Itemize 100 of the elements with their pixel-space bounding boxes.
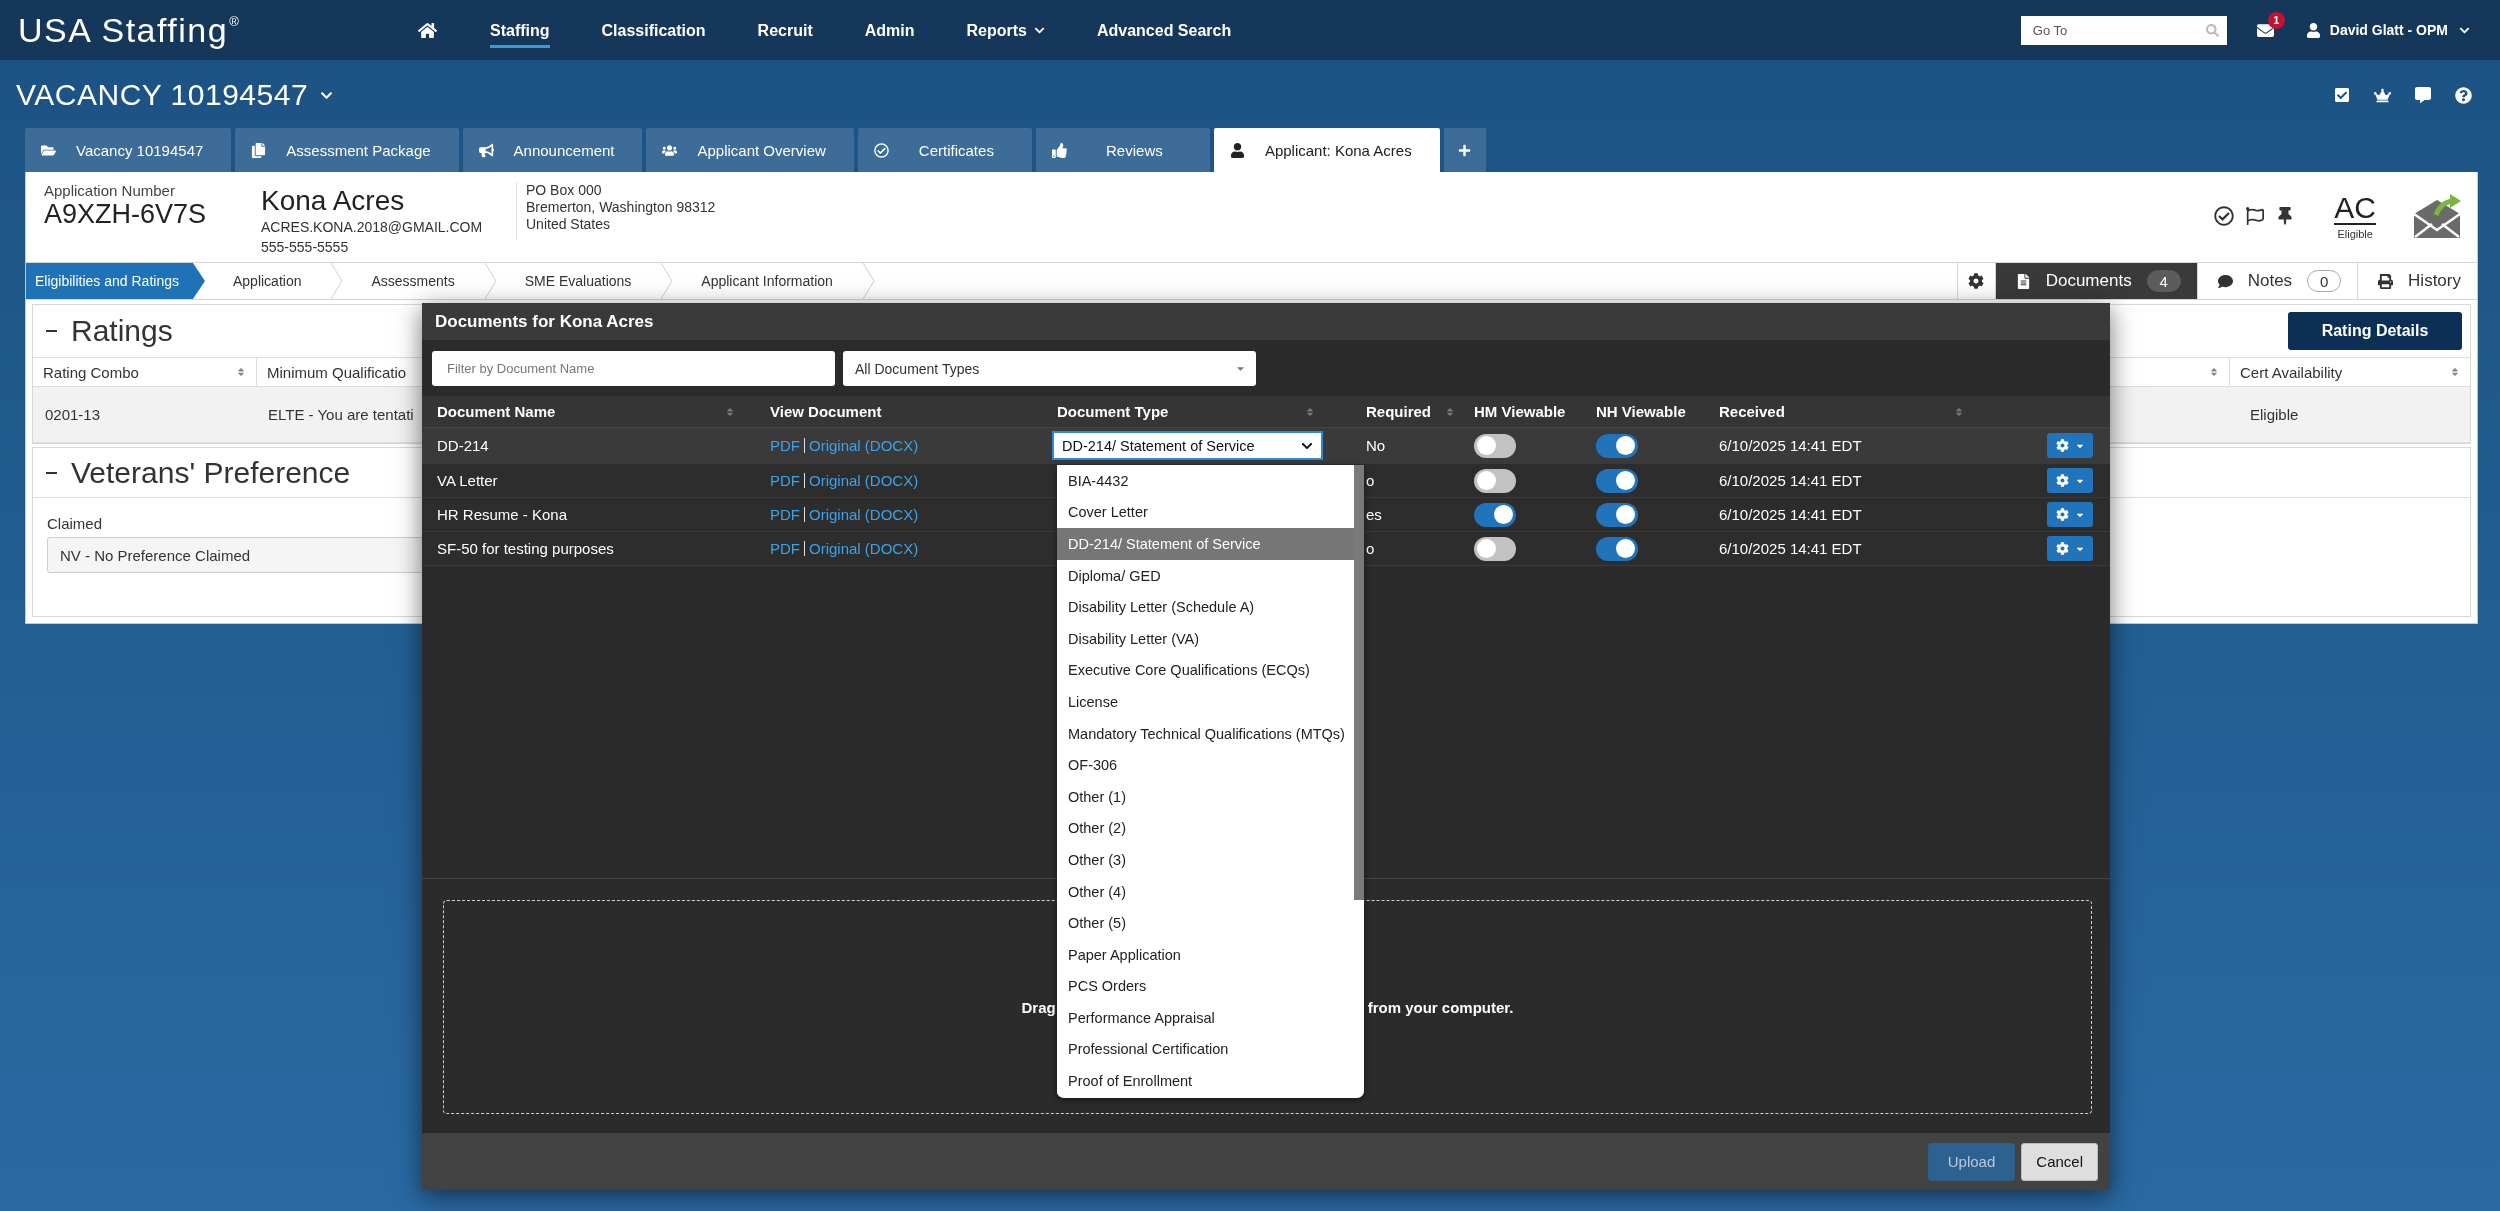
count-badge: 4: [2146, 270, 2181, 292]
toggle-switch[interactable]: [1596, 536, 1638, 561]
column-header[interactable]: Required: [1366, 403, 1431, 420]
pin-icon[interactable]: [2276, 207, 2295, 225]
step-tab[interactable]: Assessments: [343, 263, 485, 299]
document-link[interactable]: Original (DOCX): [809, 506, 919, 523]
applicant-email: ACRES.KONA.2018@GMAIL.COM: [261, 218, 483, 237]
document-type-select[interactable]: DD-214/ Statement of Service: [1052, 431, 1323, 460]
step-tab[interactable]: SME Evaluations: [496, 263, 662, 299]
scrollbar-thumb[interactable]: [1354, 465, 1364, 900]
crown-icon[interactable]: [2374, 86, 2391, 104]
checkbox-icon[interactable]: [2334, 87, 2350, 103]
step-tab[interactable]: Applicant Information: [673, 263, 863, 299]
tab[interactable]: Announcement: [462, 128, 643, 172]
toggle-switch[interactable]: [1474, 536, 1516, 561]
tab[interactable]: Applicant: Kona Acres: [1213, 128, 1440, 172]
chevron-icon: [1033, 25, 1045, 36]
tab[interactable]: Certificates: [857, 128, 1032, 172]
column-header[interactable]: Minimum Qualificatio: [267, 363, 407, 381]
required-value: No: [1366, 437, 1386, 454]
document-link[interactable]: Original (DOCX): [809, 472, 919, 489]
pdf-link[interactable]: PDF: [770, 437, 800, 454]
column-header[interactable]: Document Type: [1057, 403, 1169, 420]
sort-icon[interactable]: [2209, 367, 2219, 377]
toggle-switch[interactable]: [1596, 468, 1638, 493]
toggle-switch[interactable]: [1474, 468, 1516, 493]
gear-icon: [2055, 439, 2069, 452]
step-tab[interactable]: Eligibilities and Ratings: [26, 263, 205, 299]
actions-button[interactable]: [2047, 536, 2093, 561]
type-filter-select[interactable]: All Document Types: [843, 351, 1256, 386]
application-number: A9XZH-6V7S: [44, 199, 207, 229]
vacancy-menu-button[interactable]: VACANCY 10194547: [16, 78, 334, 112]
gear-icon: [2055, 474, 2069, 487]
flag-icon[interactable]: [2246, 207, 2265, 225]
sort-icon[interactable]: [1305, 406, 1315, 417]
tab[interactable]: Vacancy 10194547: [25, 128, 232, 172]
column-header[interactable]: Cert Availability: [2240, 363, 2343, 381]
home-icon[interactable]: [418, 20, 437, 40]
sort-icon[interactable]: [2450, 367, 2460, 377]
actions-button[interactable]: [2047, 433, 2093, 458]
side-tab[interactable]: Documents 4: [1994, 263, 2197, 299]
comment-icon[interactable]: [2415, 87, 2431, 103]
column-header[interactable]: Received: [1719, 403, 1785, 420]
user-icon: [2305, 22, 2321, 38]
document-name: SF-50 for testing purposes: [437, 540, 614, 557]
toggle-switch[interactable]: [1474, 433, 1516, 458]
document-icon: [2015, 273, 2031, 289]
preference-select[interactable]: NV - No Preference Claimed: [47, 537, 424, 573]
tab[interactable]: Applicant Overview: [646, 128, 854, 172]
toggle-switch[interactable]: [1474, 502, 1516, 527]
comment-icon: [2217, 273, 2233, 289]
address-line: United States: [526, 216, 611, 233]
collapse-icon[interactable]: [46, 471, 57, 474]
column-header[interactable]: HM Viewable: [1474, 403, 1566, 420]
toggle-switch[interactable]: [1596, 433, 1638, 458]
column-header[interactable]: Document Name: [437, 403, 556, 420]
pdf-link[interactable]: PDF: [770, 506, 800, 523]
thumbs-up-icon: [1051, 142, 1067, 158]
actions-button[interactable]: [2047, 502, 2093, 527]
sort-icon[interactable]: [725, 406, 735, 417]
address-line: Bremerton, Washington 98312: [526, 199, 716, 216]
mail-icon[interactable]: [2256, 21, 2274, 39]
rating-details-button[interactable]: Rating Details: [2288, 312, 2462, 350]
cancel-button[interactable]: Cancel: [2021, 1142, 2098, 1181]
toggle-switch[interactable]: [1596, 502, 1638, 527]
envelope-arrow-icon[interactable]: [2412, 192, 2462, 240]
dropdown-option[interactable]: DD-214/ Statement of Service: [1057, 528, 1354, 560]
drop-zone-text: from your computer.: [1367, 998, 1514, 1016]
go-to-field[interactable]: Go To: [2020, 15, 2227, 45]
help-icon[interactable]: [2455, 86, 2472, 104]
sort-icon[interactable]: [236, 367, 246, 377]
add-tab-button[interactable]: [1443, 128, 1486, 172]
address-line: PO Box 000: [526, 182, 602, 199]
nav-link[interactable]: Admin: [864, 15, 915, 48]
user-menu-button[interactable]: David Glatt - OPM: [2305, 22, 2470, 38]
document-name: VA Letter: [437, 472, 498, 489]
sort-icon[interactable]: [1954, 406, 1964, 417]
sort-icon[interactable]: [1445, 406, 1455, 417]
nav-link[interactable]: Reports: [966, 15, 1045, 48]
step-tab[interactable]: Application: [204, 263, 332, 299]
document-link[interactable]: Original (DOCX): [809, 437, 919, 454]
table-row[interactable]: DD-214 PDF Original (DOCX) DD-214/ Statement of Service No 6/10/2025 14:41 EDT: [422, 428, 2110, 464]
column-header[interactable]: View Document: [770, 403, 882, 420]
pdf-link[interactable]: PDF: [770, 540, 800, 557]
tab[interactable]: Assessment Package: [235, 128, 459, 172]
dropdown-option[interactable]: BIA-4432: [1057, 465, 1354, 497]
nav-link[interactable]: Advanced Search: [1096, 15, 1232, 48]
pdf-link[interactable]: PDF: [770, 472, 800, 489]
plus-icon: [1458, 143, 1472, 157]
count-badge: 0: [2307, 270, 2342, 292]
actions-button[interactable]: [2047, 468, 2093, 493]
required-value: es: [1366, 506, 1382, 523]
tab[interactable]: Reviews: [1035, 128, 1210, 172]
document-link[interactable]: Original (DOCX): [809, 540, 919, 557]
name-filter-field[interactable]: Filter by Document Name: [432, 351, 835, 386]
nav-link[interactable]: Staffing: [490, 15, 550, 48]
nav-link[interactable]: Classification: [601, 15, 706, 48]
settings-icon: [1968, 273, 1985, 289]
nav-link[interactable]: Recruit: [757, 15, 813, 48]
column-header[interactable]: NH Viewable: [1596, 403, 1686, 420]
